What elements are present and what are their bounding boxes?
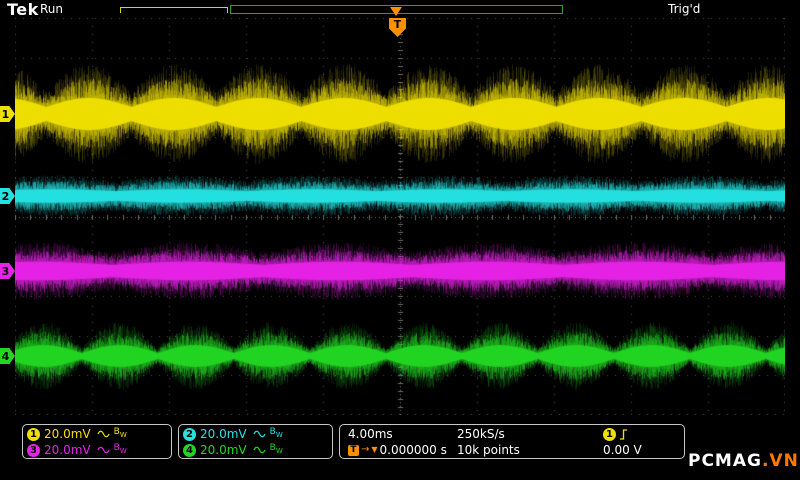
waveform-display (15, 18, 785, 415)
oscilloscope-screen: Tek Run Trig'd 1 2 3 4 T 1 20.0mV BW 3 2… (0, 0, 800, 480)
sample-rate: 250kS/s (457, 427, 505, 441)
time-per-div: 4.00ms (348, 427, 393, 441)
top-status-bar: Tek Run Trig'd (0, 0, 800, 19)
channel-3-marker-label: 3 (1, 264, 10, 278)
horizontal-trigger-readout-box[interactable]: 4.00ms 250kS/s 1 T → ▼ 0.000000 s 10k po… (339, 424, 685, 459)
bandwidth-limit-icon: BW (113, 443, 127, 455)
channel-4-marker-label: 4 (1, 349, 10, 363)
ac-coupling-icon (97, 446, 110, 454)
ch4-readout[interactable]: 4 20.0mV BW (183, 442, 328, 458)
acquisition-status: Run (40, 2, 64, 16)
tek-logo: Tek (7, 0, 39, 19)
channel-2-marker-label: 2 (1, 189, 10, 203)
channel-1-marker[interactable]: 1 (0, 106, 15, 122)
ch2-scale: 20.0mV (200, 427, 247, 441)
ch1-ch3-readout-box: 1 20.0mV BW 3 20.0mV BW (22, 424, 172, 459)
ac-coupling-icon (97, 430, 110, 438)
ch3-readout[interactable]: 3 20.0mV BW (27, 442, 167, 458)
ch2-readout[interactable]: 2 20.0mV BW (183, 426, 328, 442)
arrow-down-icon: ▼ (371, 445, 378, 454)
channel-4-marker[interactable]: 4 (0, 348, 15, 364)
ch4-scale: 20.0mV (200, 443, 247, 457)
rising-edge-icon (619, 428, 628, 440)
ch1-readout[interactable]: 1 20.0mV BW (27, 426, 167, 442)
bandwidth-limit-icon: BW (269, 427, 283, 439)
readout-bar: 1 20.0mV BW 3 20.0mV BW 2 20.0mV BW 4 20 (0, 424, 800, 461)
channel-2-marker[interactable]: 2 (0, 188, 15, 204)
ac-coupling-icon (253, 446, 266, 454)
record-length: 10k points (457, 443, 520, 457)
ch4-badge: 4 (183, 443, 196, 457)
ch1-badge: 1 (27, 427, 40, 441)
trigger-level: 0.00 V (603, 443, 642, 457)
arrow-right-icon: → (361, 444, 370, 455)
trigger-position-icon: T (348, 444, 359, 456)
trigger-delay-time: 0.000000 s (379, 443, 447, 457)
channel-1-marker-label: 1 (1, 107, 10, 121)
trigger-status: Trig'd (668, 2, 701, 16)
watermark-main: PCMAG (688, 451, 762, 471)
ch1-scale: 20.0mV (44, 427, 91, 441)
trigger-position-arrow-icon[interactable] (390, 7, 402, 16)
trigger-source-badge[interactable]: 1 (603, 427, 616, 441)
ch3-badge: 3 (27, 443, 40, 457)
bandwidth-limit-icon: BW (113, 427, 127, 439)
ch2-badge: 2 (183, 427, 196, 441)
ch2-ch4-readout-box: 2 20.0mV BW 4 20.0mV BW (178, 424, 333, 459)
zoom-window-indicator[interactable] (120, 7, 228, 13)
trigger-flag-label: T (393, 18, 402, 31)
channel-3-marker[interactable]: 3 (0, 263, 15, 279)
bandwidth-limit-icon: BW (269, 443, 283, 455)
ch3-scale: 20.0mV (44, 443, 91, 457)
ac-coupling-icon (253, 430, 266, 438)
watermark-accent: .VN (761, 451, 799, 471)
watermark: PCMAG.VN (688, 451, 799, 471)
graticule-area: 1 2 3 4 T (0, 18, 800, 415)
